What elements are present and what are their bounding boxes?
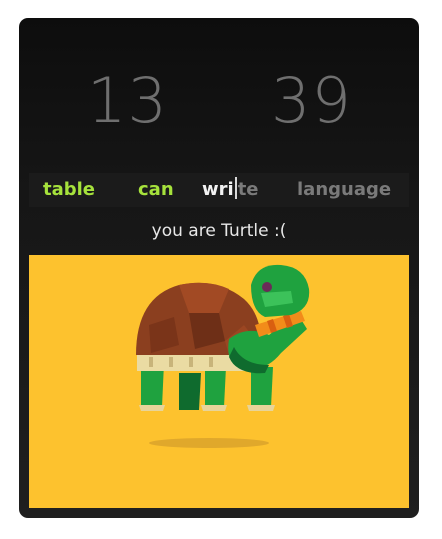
current-word: wri te <box>202 173 259 207</box>
result-message: you are Turtle :( <box>151 221 287 241</box>
stat-right-number: 39 <box>271 64 352 137</box>
upcoming-word: language <box>297 179 392 200</box>
current-word-remaining: te <box>237 179 259 200</box>
current-word-typed: wri <box>202 179 234 200</box>
turtle-icon <box>136 264 310 448</box>
stat-left-number: 13 <box>87 64 168 137</box>
result-illustration <box>29 255 409 508</box>
text-caret <box>234 177 237 199</box>
stats-row: 13 39 <box>19 66 419 136</box>
completed-word: can <box>138 179 174 200</box>
typing-test-card: 13 39 table can wri te language you are T… <box>19 18 419 518</box>
completed-word: table <box>43 179 96 200</box>
word-strip[interactable]: table can wri te language <box>29 173 409 207</box>
